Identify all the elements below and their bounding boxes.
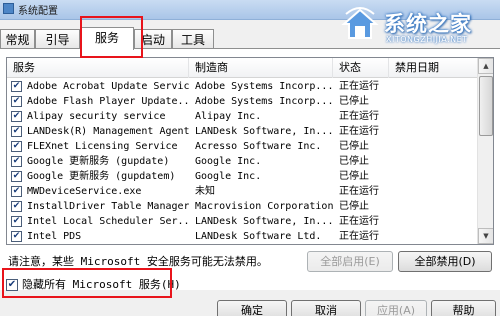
service-name: MWDeviceService.exe xyxy=(27,186,142,197)
tab-tools[interactable]: 工具 xyxy=(172,29,214,49)
service-manufacturer: Macrovision Corporation xyxy=(195,201,334,212)
enable-all-button[interactable]: 全部启用(E) xyxy=(307,251,393,272)
table-row[interactable]: ✔ Adobe Flash Player Update... Adobe Sys… xyxy=(7,94,479,109)
table-row[interactable]: ✔ Adobe Acrobat Update Service Adobe Sys… xyxy=(7,79,479,94)
hide-microsoft-services[interactable]: ✔ 隐藏所有 Microsoft 服务(H) xyxy=(6,276,181,292)
vertical-scrollbar[interactable]: ▲ ▼ xyxy=(477,58,493,244)
service-status: 已停止 xyxy=(339,141,369,152)
table-row[interactable]: ✔ FLEXnet Licensing Service Acresso Soft… xyxy=(7,139,479,154)
service-name: Intel PDS xyxy=(27,231,82,242)
service-checkbox[interactable]: ✔ xyxy=(11,216,22,227)
service-status: 正在运行 xyxy=(339,216,379,227)
service-checkbox[interactable]: ✔ xyxy=(11,141,22,152)
service-name: Alipay security service xyxy=(27,111,166,122)
column-header-manufacturer[interactable]: 制造商 xyxy=(189,58,333,78)
service-name: Intel Local Scheduler Ser... xyxy=(27,216,189,227)
hide-ms-label[interactable]: 隐藏所有 Microsoft 服务(H) xyxy=(22,278,181,291)
table-row[interactable]: ✔ InstallDriver Table Manager Macrovisio… xyxy=(7,199,479,214)
table-row[interactable]: ✔ Google 更新服务 (gupdate) Google Inc. 已停止 xyxy=(7,154,479,169)
service-name: FLEXnet Licensing Service xyxy=(27,141,178,152)
list-rows: ✔ Adobe Acrobat Update Service Adobe Sys… xyxy=(7,79,479,244)
service-status: 已停止 xyxy=(339,201,369,212)
service-checkbox[interactable]: ✔ xyxy=(11,186,22,197)
tab-general[interactable]: 常规 xyxy=(0,29,35,49)
services-list[interactable]: 服务 制造商 状态 禁用日期 ✔ Adobe Acrobat Update Se… xyxy=(6,57,494,245)
scroll-down-arrow-icon[interactable]: ▼ xyxy=(478,228,493,244)
service-name: InstallDriver Table Manager xyxy=(27,201,189,212)
column-header-disabled-date[interactable]: 禁用日期 xyxy=(389,58,479,78)
table-row[interactable]: ✔ Intel PDS LANDesk Software Ltd. 正在运行 xyxy=(7,229,479,244)
service-status: 正在运行 xyxy=(339,111,379,122)
window-title: 系统配置 xyxy=(18,6,58,17)
table-row[interactable]: ✔ Google 更新服务 (gupdatem) Google Inc. 已停止 xyxy=(7,169,479,184)
help-button[interactable]: 帮助 xyxy=(431,300,496,316)
service-status: 已停止 xyxy=(339,96,369,107)
tab-startup[interactable]: 启动 xyxy=(134,29,172,49)
service-status: 已停止 xyxy=(339,156,369,167)
tab-strip: 常规 引导 服务 启动 工具 xyxy=(0,27,500,50)
hide-ms-checkbox[interactable]: ✔ xyxy=(6,279,18,291)
service-checkbox[interactable]: ✔ xyxy=(11,96,22,107)
service-status: 正在运行 xyxy=(339,126,379,137)
table-row[interactable]: ✔ LANDesk(R) Management Agent LANDesk So… xyxy=(7,124,479,139)
ok-button[interactable]: 确定 xyxy=(217,300,287,316)
service-name: LANDesk(R) Management Agent xyxy=(27,126,189,137)
service-name: Adobe Acrobat Update Service xyxy=(27,81,189,92)
service-checkbox[interactable]: ✔ xyxy=(11,111,22,122)
service-manufacturer: LANDesk Software Ltd. xyxy=(195,231,322,242)
security-note: 请注意，某些 Microsoft 安全服务可能无法禁用。 xyxy=(8,255,268,268)
tab-services[interactable]: 服务 xyxy=(80,27,134,50)
table-row[interactable]: ✔ Alipay security service Alipay Inc. 正在… xyxy=(7,109,479,124)
service-name: Google 更新服务 (gupdatem) xyxy=(27,171,176,182)
service-status: 正在运行 xyxy=(339,81,379,92)
service-checkbox[interactable]: ✔ xyxy=(11,81,22,92)
service-manufacturer: Adobe Systems Incorp... xyxy=(195,96,334,107)
column-header-service[interactable]: 服务 xyxy=(7,58,189,78)
service-name: Google 更新服务 (gupdate) xyxy=(27,156,170,167)
column-header-status[interactable]: 状态 xyxy=(333,58,389,78)
service-manufacturer: Acresso Software Inc. xyxy=(195,141,322,152)
table-row[interactable]: ✔ Intel Local Scheduler Ser... LANDesk S… xyxy=(7,214,479,229)
service-checkbox[interactable]: ✔ xyxy=(11,201,22,212)
service-manufacturer: 未知 xyxy=(195,186,215,197)
app-icon xyxy=(3,3,14,14)
list-header: 服务 制造商 状态 禁用日期 xyxy=(7,58,493,78)
service-checkbox[interactable]: ✔ xyxy=(11,156,22,167)
scrollbar-thumb[interactable] xyxy=(479,76,493,136)
service-manufacturer: Adobe Systems Incorp... xyxy=(195,81,334,92)
scroll-up-arrow-icon[interactable]: ▲ xyxy=(478,58,493,74)
service-checkbox[interactable]: ✔ xyxy=(11,126,22,137)
service-status: 正在运行 xyxy=(339,186,379,197)
service-name: Adobe Flash Player Update... xyxy=(27,96,189,107)
cancel-button[interactable]: 取消 xyxy=(291,300,361,316)
service-status: 正在运行 xyxy=(339,231,379,242)
disable-all-button[interactable]: 全部禁用(D) xyxy=(398,251,492,272)
service-manufacturer: LANDesk Software, In... xyxy=(195,216,334,227)
tab-boot[interactable]: 引导 xyxy=(35,29,80,49)
service-status: 已停止 xyxy=(339,171,369,182)
service-checkbox[interactable]: ✔ xyxy=(11,171,22,182)
service-manufacturer: LANDesk Software, In... xyxy=(195,126,334,137)
service-manufacturer: Google Inc. xyxy=(195,171,262,182)
apply-button[interactable]: 应用(A) xyxy=(365,300,427,316)
service-checkbox[interactable]: ✔ xyxy=(11,231,22,242)
table-row[interactable]: ✔ MWDeviceService.exe 未知 正在运行 xyxy=(7,184,479,199)
service-manufacturer: Alipay Inc. xyxy=(195,111,262,122)
service-manufacturer: Google Inc. xyxy=(195,156,262,167)
